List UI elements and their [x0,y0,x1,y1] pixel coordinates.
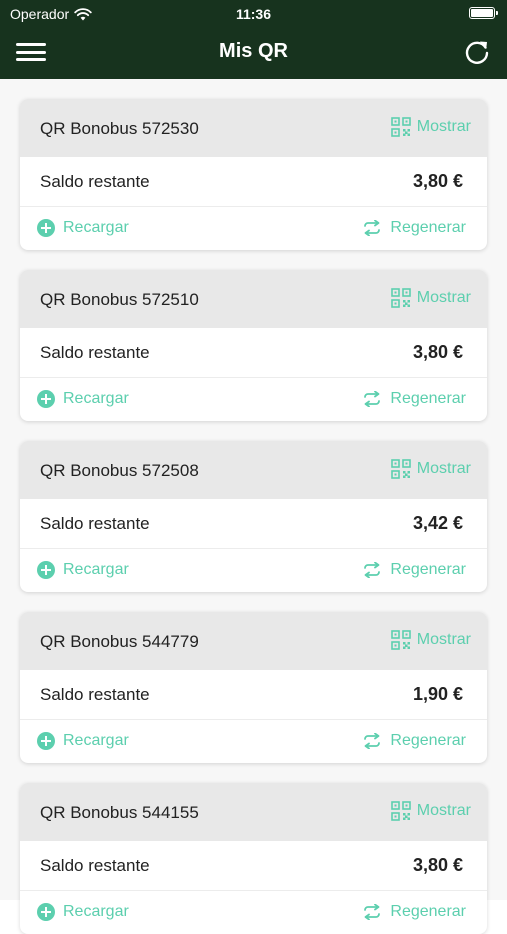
balance-value: 3,80 € [412,342,463,362]
regenerate-button[interactable]: Regenerar [362,390,466,408]
refresh-icon[interactable] [463,38,491,66]
swap-arrows-icon [364,220,381,236]
recharge-button[interactable]: Recargar [37,732,129,750]
regenerate-button[interactable]: Regenerar [362,732,466,750]
qr-card-title: QR Bonobus 544779 [40,632,199,651]
card-actions: Recargar Regenerar [20,891,487,934]
balance-label: Saldo restante [40,685,150,704]
regenerate-label: Regenerar [390,903,466,920]
show-qr-label: Mostrar [416,802,471,819]
qr-code-icon [390,459,411,479]
balance-row: Saldo restante 3,42 € [20,499,487,549]
recharge-label: Recargar [63,219,129,236]
recharge-button[interactable]: Recargar [37,561,129,579]
balance-row: Saldo restante 3,80 € [20,157,487,207]
swap-arrows-icon [364,733,381,749]
qr-card-title: QR Bonobus 572510 [40,290,199,309]
show-qr-button[interactable]: Mostrar [390,288,471,308]
qr-card-header: QR Bonobus 572508 Mostrar [20,441,487,499]
regenerate-button[interactable]: Regenerar [362,561,466,579]
card-actions: Recargar Regenerar [20,207,487,250]
qr-card-title: QR Bonobus 572530 [40,119,199,138]
nav-bar: Mis QR [0,28,507,79]
qr-code-icon [390,117,411,137]
regenerate-button[interactable]: Regenerar [362,903,466,921]
balance-value: 3,80 € [412,855,463,875]
qr-card: QR Bonobus 544779 Mostrar Saldo restante… [20,612,487,763]
plus-circle-icon [37,903,55,921]
recharge-label: Recargar [63,903,129,920]
show-qr-label: Mostrar [416,118,471,135]
recharge-button[interactable]: Recargar [37,390,129,408]
plus-circle-icon [37,390,55,408]
qr-card: QR Bonobus 572530 Mostrar Saldo restante… [20,99,487,250]
swap-arrows-icon [364,562,381,578]
balance-label: Saldo restante [40,856,150,875]
recharge-label: Recargar [63,561,129,578]
balance-value: 3,42 € [412,513,463,533]
balance-label: Saldo restante [40,172,150,191]
qr-card-title: QR Bonobus 572508 [40,461,199,480]
qr-card-header: QR Bonobus 544155 Mostrar [20,783,487,841]
recharge-button[interactable]: Recargar [37,219,129,237]
qr-card: QR Bonobus 544155 Mostrar Saldo restante… [20,783,487,934]
card-actions: Recargar Regenerar [20,549,487,592]
regenerate-button[interactable]: Regenerar [362,219,466,237]
app-header: Operador 11:36 Mis QR [0,0,507,79]
plus-circle-icon [37,732,55,750]
show-qr-button[interactable]: Mostrar [390,801,471,821]
qr-card-header: QR Bonobus 572530 Mostrar [20,99,487,157]
card-actions: Recargar Regenerar [20,378,487,421]
show-qr-label: Mostrar [416,460,471,477]
show-qr-button[interactable]: Mostrar [390,630,471,650]
qr-card-title: QR Bonobus 544155 [40,803,199,822]
regenerate-label: Regenerar [390,219,466,236]
balance-row: Saldo restante 3,80 € [20,841,487,891]
balance-label: Saldo restante [40,343,150,362]
swap-arrows-icon [364,904,381,920]
show-qr-button[interactable]: Mostrar [390,117,471,137]
recharge-button[interactable]: Recargar [37,903,129,921]
qr-code-icon [390,288,411,308]
qr-code-icon [390,630,411,650]
regenerate-label: Regenerar [390,732,466,749]
plus-circle-icon [37,219,55,237]
recharge-label: Recargar [63,390,129,407]
qr-code-icon [390,801,411,821]
battery-icon [469,7,498,19]
balance-row: Saldo restante 3,80 € [20,328,487,378]
balance-row: Saldo restante 1,90 € [20,670,487,720]
page-title: Mis QR [219,40,288,62]
swap-arrows-icon [364,391,381,407]
qr-card-header: QR Bonobus 572510 Mostrar [20,270,487,328]
show-qr-label: Mostrar [416,631,471,648]
show-qr-button[interactable]: Mostrar [390,459,471,479]
card-actions: Recargar Regenerar [20,720,487,763]
balance-value: 3,80 € [412,171,463,191]
balance-label: Saldo restante [40,514,150,533]
plus-circle-icon [37,561,55,579]
qr-card: QR Bonobus 572510 Mostrar Saldo restante… [20,270,487,421]
balance-value: 1,90 € [412,684,463,704]
regenerate-label: Regenerar [390,561,466,578]
status-bar: Operador 11:36 [0,0,507,28]
qr-card: QR Bonobus 572508 Mostrar Saldo restante… [20,441,487,592]
qr-list[interactable]: QR Bonobus 572530 Mostrar Saldo restante… [0,79,507,934]
show-qr-label: Mostrar [416,289,471,306]
status-time: 11:36 [235,6,272,22]
regenerate-label: Regenerar [390,390,466,407]
qr-card-header: QR Bonobus 544779 Mostrar [20,612,487,670]
recharge-label: Recargar [63,732,129,749]
